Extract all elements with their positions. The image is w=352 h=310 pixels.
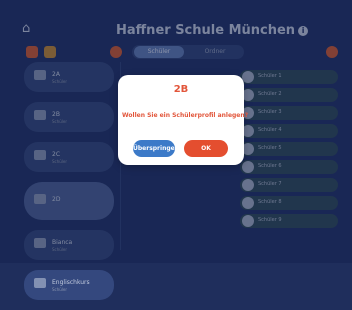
dialog-message: Wollen Sie ein Schülerprofil anlegen?	[122, 112, 249, 119]
ok-button[interactable]: OK	[184, 140, 228, 157]
class-sublabel: Schüler	[52, 287, 68, 292]
class-icon	[34, 278, 46, 288]
dialog-title: 2B	[173, 84, 189, 95]
class-item[interactable]: Englischkurs Schüler	[24, 270, 114, 300]
class-label: Englischkurs	[52, 279, 90, 286]
confirm-dialog: 2B Wollen Sie ein Schülerprofil anlegen?…	[118, 75, 249, 165]
skip-button[interactable]: Überspringen	[133, 140, 179, 157]
